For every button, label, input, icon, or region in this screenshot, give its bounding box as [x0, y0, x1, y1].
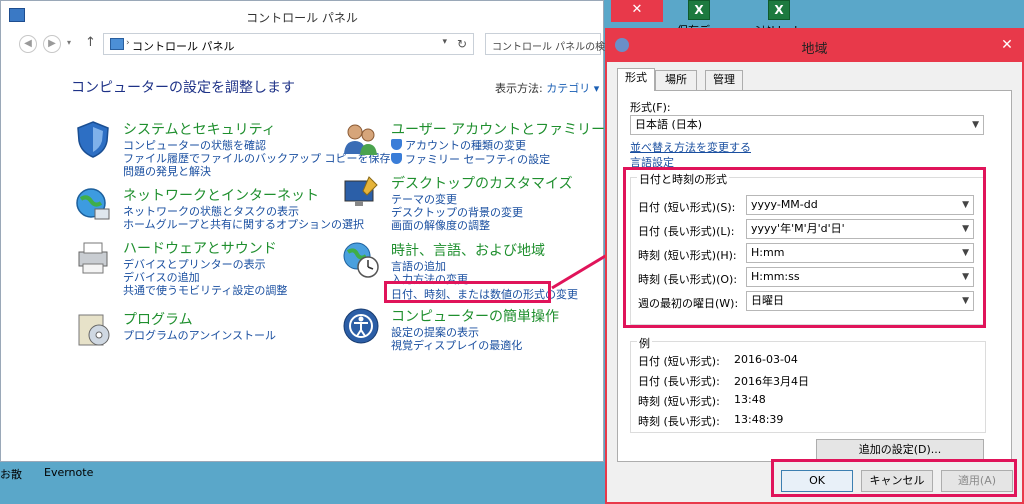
dialog-title: 地域	[801, 42, 828, 57]
taskbar-item[interactable]: お散	[0, 466, 22, 482]
printer-icon	[78, 242, 108, 274]
globe-network-icon	[76, 188, 110, 220]
examples-title: 例	[637, 335, 652, 351]
format-select[interactable]: 日本語 (日本) ▼	[630, 115, 984, 135]
category-title[interactable]: コンピューターの簡単操作	[391, 306, 559, 326]
clock-globe-icon	[343, 242, 379, 278]
address-dropdown-icon[interactable]: ▾	[442, 37, 447, 47]
category-link[interactable]: プログラムのアンインストール	[123, 327, 276, 343]
example-label: 日付 (長い形式):	[638, 375, 720, 388]
category-appearance: デスクトップのカスタマイズ テーマの変更 デスクトップの背景の変更 画面の解像度…	[341, 173, 605, 233]
category-title[interactable]: デスクトップのカスタマイズ	[391, 173, 573, 193]
excel-file-icon: X	[688, 0, 710, 20]
address-bar: ◀ ▶ ▾ ↑ › コントロール パネル ▾ ↻ コントロール パネルの検索	[1, 33, 615, 55]
control-panel-titlebar[interactable]: コントロール パネル	[1, 1, 603, 31]
dialog-titlebar[interactable]: 地域 ✕	[607, 30, 1022, 62]
tab-location[interactable]: 場所	[655, 70, 697, 90]
category-title[interactable]: システムとセキュリティ	[123, 119, 276, 139]
tab-format[interactable]: 形式	[617, 68, 655, 91]
address-input[interactable]: › コントロール パネル ▾ ↻	[103, 33, 474, 55]
category-hardware-sound: ハードウェアとサウンド デバイスとプリンターの表示 デバイスの追加 共通で使うモ…	[73, 238, 353, 298]
example-label: 日付 (短い形式):	[638, 355, 720, 368]
example-value: 2016年3月4日	[734, 375, 809, 388]
example-value: 13:48	[734, 393, 766, 406]
excel-file-icon: X	[768, 0, 790, 20]
page-title: コンピューターの設定を調整します	[71, 80, 295, 96]
recent-locations-icon[interactable]: ▾	[67, 38, 71, 47]
shield-icon	[77, 121, 109, 158]
view-by-label: 表示方法:	[495, 82, 543, 95]
category-ease-of-access: コンピューターの簡単操作 設定の提案の表示 視覚ディスプレイの最適化	[341, 306, 605, 356]
chevron-down-icon: ▼	[972, 120, 979, 130]
uac-shield-icon	[391, 139, 402, 150]
up-arrow-icon[interactable]: ↑	[85, 35, 96, 50]
highlight-dialog-buttons	[771, 459, 1017, 497]
control-panel-small-icon	[110, 38, 124, 50]
highlight-datetime-formats	[623, 167, 986, 328]
breadcrumb[interactable]: コントロール パネル	[132, 38, 235, 54]
additional-settings-button[interactable]: 追加の設定(D)...	[816, 439, 984, 461]
search-input[interactable]: コントロール パネルの検索	[485, 33, 615, 55]
ease-of-access-icon	[343, 308, 379, 344]
view-by-dropdown[interactable]: カテゴリ ▾	[546, 82, 599, 95]
category-title[interactable]: ネットワークとインターネット	[123, 185, 319, 205]
breadcrumb-chevron-icon[interactable]: ›	[126, 38, 130, 48]
format-select-value: 日本語 (日本)	[635, 118, 703, 131]
category-link[interactable]: 視覚ディスプレイの最適化	[391, 337, 522, 353]
refresh-icon[interactable]: ↻	[457, 37, 467, 51]
category-system-security: システムとセキュリティ コンピューターの状態を確認 ファイル履歴でファイルのバッ…	[73, 119, 391, 179]
tab-administrative[interactable]: 管理	[705, 70, 743, 90]
format-label: 形式(F):	[630, 101, 671, 114]
users-icon	[344, 124, 377, 155]
category-title[interactable]: 時計、言語、および地域	[391, 240, 545, 260]
example-label: 時刻 (長い形式):	[638, 415, 720, 428]
category-link[interactable]: ファミリー セーフティの設定	[391, 151, 550, 167]
category-title[interactable]: ハードウェアとサウンド	[123, 238, 277, 258]
category-network-internet: ネットワークとインターネット ネットワークの状態とタスクの表示 ホームグループと…	[73, 185, 364, 235]
category-title[interactable]: プログラム	[123, 309, 193, 329]
category-link[interactable]: 問題の発見と解決	[123, 163, 211, 179]
control-panel-window: コントロール パネル ◀ ▶ ▾ ↑ › コントロール パネル ▾ ↻ コントロ…	[0, 0, 678, 462]
close-window-button[interactable]: ✕	[611, 0, 663, 22]
programs-icon	[78, 314, 110, 346]
taskbar-item-evernote[interactable]: Evernote	[44, 466, 93, 479]
category-link[interactable]: 画面の解像度の調整	[391, 217, 490, 233]
highlight-annotation	[384, 281, 551, 303]
category-user-accounts: ユーザー アカウントとファミリー セーフティ アカウントの種類の変更 ファミリー…	[341, 119, 678, 169]
example-label: 時刻 (短い形式):	[638, 395, 720, 408]
sort-method-link[interactable]: 並べ替え方法を変更する	[630, 139, 751, 155]
window-title: コントロール パネル	[246, 11, 358, 25]
category-link[interactable]: 共通で使うモビリティ設定の調整	[123, 282, 287, 298]
back-button[interactable]: ◀	[19, 35, 37, 53]
uac-shield-icon	[391, 153, 402, 164]
example-value: 13:48:39	[734, 413, 784, 426]
dialog-close-icon[interactable]: ✕	[998, 36, 1016, 54]
category-link[interactable]: ホームグループと共有に関するオプションの選択	[123, 216, 364, 232]
example-value: 2016-03-04	[734, 353, 798, 366]
search-placeholder: コントロール パネルの検索	[492, 42, 616, 53]
category-programs: プログラム プログラムのアンインストール	[73, 309, 353, 349]
category-link-text: ファミリー セーフティの設定	[405, 153, 551, 166]
view-by: 表示方法: カテゴリ ▾	[495, 80, 599, 96]
forward-button[interactable]: ▶	[43, 35, 61, 53]
monitor-brush-icon	[344, 176, 378, 206]
